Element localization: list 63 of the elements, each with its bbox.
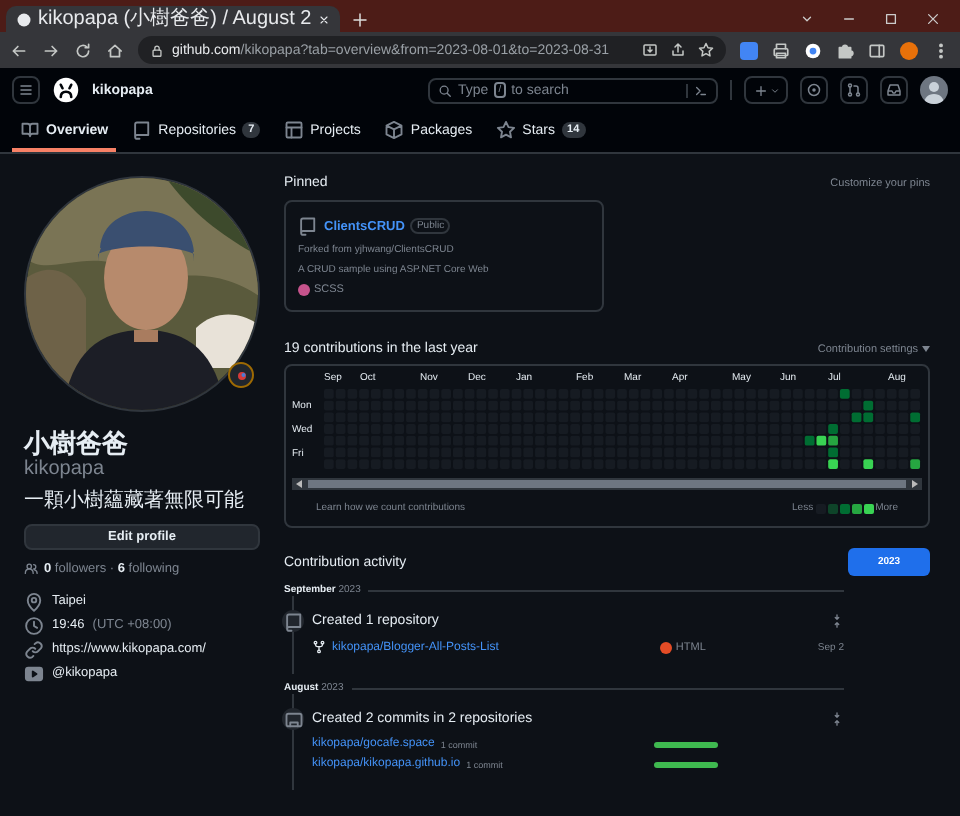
location-pin-icon bbox=[24, 592, 44, 612]
star-icon bbox=[496, 120, 517, 140]
printer-icon bbox=[772, 41, 790, 59]
commit-bar bbox=[654, 761, 718, 767]
lock-icon bbox=[150, 43, 164, 57]
legend-scale-drawing bbox=[815, 503, 874, 513]
reload-icon bbox=[74, 41, 92, 59]
video-icon bbox=[24, 664, 44, 684]
table-icon bbox=[284, 120, 305, 140]
side-panel-icon bbox=[868, 41, 886, 59]
share-icon bbox=[670, 42, 686, 58]
home-icon bbox=[106, 41, 124, 59]
issue-icon bbox=[806, 82, 822, 98]
install-icon bbox=[642, 42, 658, 58]
inbox-icon bbox=[886, 82, 902, 98]
minimize-icon bbox=[842, 12, 856, 26]
bookmark-star-icon bbox=[698, 42, 714, 58]
create-new-button[interactable] bbox=[744, 76, 788, 104]
scroll-left-icon[interactable] bbox=[296, 480, 302, 488]
caret-icon bbox=[922, 346, 930, 352]
commit-bar bbox=[654, 741, 718, 747]
maximize-icon bbox=[884, 12, 898, 26]
terminal-icon bbox=[694, 83, 708, 97]
new-tab-icon bbox=[351, 12, 368, 28]
search-icon bbox=[438, 83, 452, 97]
user-avatar[interactable] bbox=[920, 76, 948, 104]
menu-button[interactable] bbox=[12, 76, 40, 104]
issues-button[interactable] bbox=[800, 76, 828, 104]
emoji-icon bbox=[233, 367, 249, 383]
repo-icon bbox=[298, 216, 318, 236]
inbox-button[interactable] bbox=[880, 76, 908, 104]
book-icon bbox=[20, 120, 40, 140]
browser-tab[interactable]: kikopapa (小樹爸爸) / August 2 bbox=[6, 6, 340, 32]
fork-icon bbox=[312, 640, 326, 654]
commit-icon bbox=[283, 709, 303, 729]
clock-icon bbox=[24, 616, 44, 636]
caret-icon bbox=[769, 85, 779, 95]
chevron-down-icon bbox=[800, 12, 814, 26]
profile-name: 小樹爸爸 bbox=[24, 428, 130, 458]
fold-icon bbox=[830, 614, 844, 628]
close-icon bbox=[317, 13, 330, 25]
profile-avatar[interactable] bbox=[900, 41, 918, 59]
status-badge[interactable] bbox=[228, 362, 254, 388]
profile-bio: 一顆小樹蘊藏著無限可能 bbox=[24, 490, 246, 514]
profile-username: kikopapa bbox=[24, 458, 107, 482]
fold-icon bbox=[830, 712, 844, 726]
pull-requests-button[interactable] bbox=[840, 76, 868, 104]
package-icon bbox=[384, 120, 405, 140]
translate-extension-icon[interactable] bbox=[740, 41, 758, 59]
repo-icon bbox=[132, 120, 153, 140]
plus-icon bbox=[753, 83, 767, 97]
pull-request-icon bbox=[846, 82, 862, 98]
scroll-right-icon[interactable] bbox=[912, 480, 918, 488]
close-icon bbox=[926, 12, 940, 26]
people-icon bbox=[24, 562, 38, 576]
back-icon bbox=[10, 41, 28, 59]
link-icon bbox=[24, 640, 44, 660]
puzzle-icon bbox=[836, 41, 854, 59]
horizontal-scrollbar[interactable] bbox=[292, 478, 922, 490]
record-icon bbox=[804, 41, 822, 59]
menu-icon bbox=[18, 82, 34, 98]
forward-icon bbox=[42, 41, 60, 59]
repo-icon bbox=[283, 611, 303, 631]
